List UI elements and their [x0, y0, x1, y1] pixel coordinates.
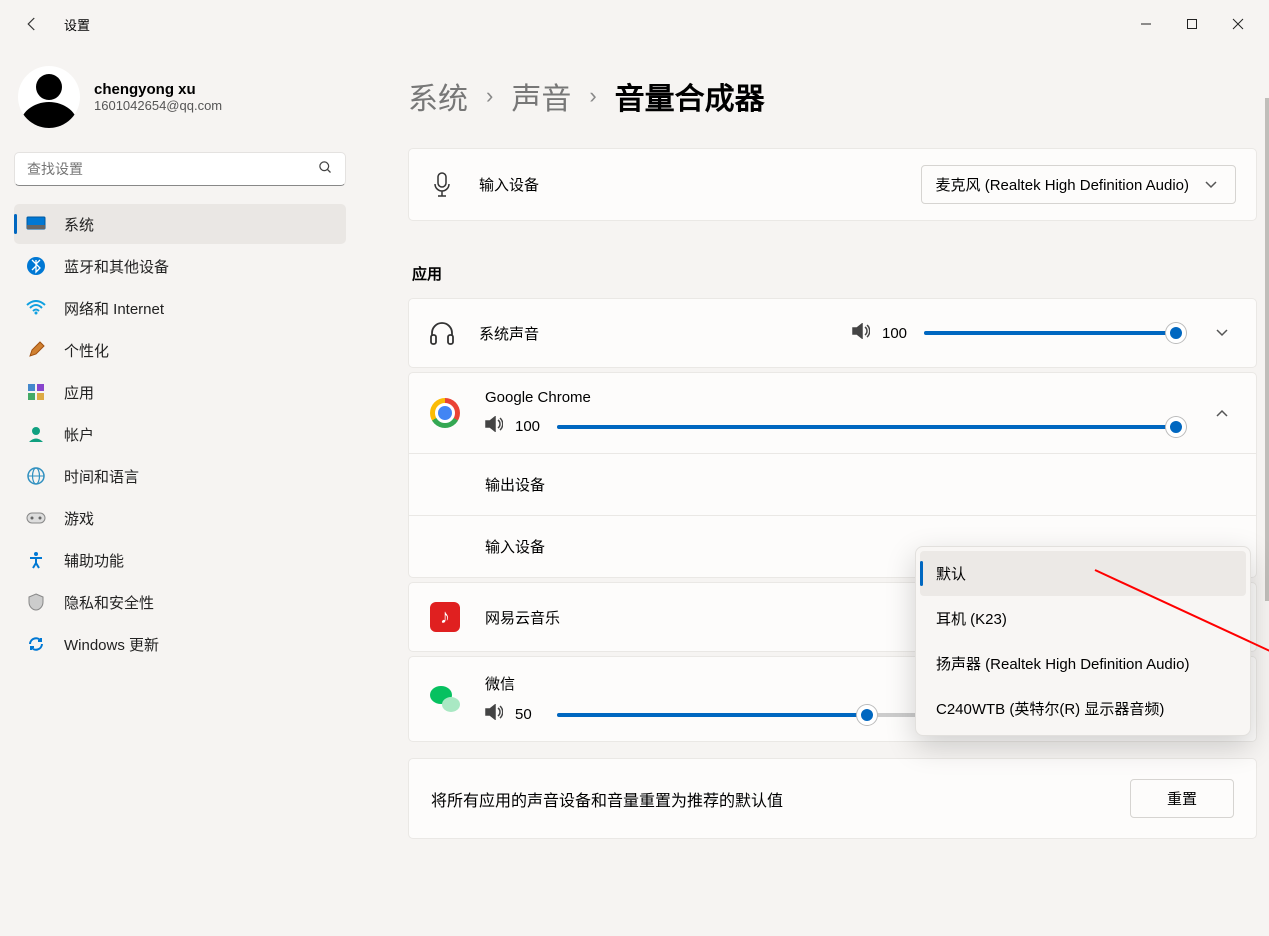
volume-value: 100 [882, 325, 912, 342]
globe-icon [26, 466, 46, 486]
sidebar-item-time-language[interactable]: 时间和语言 [14, 456, 346, 496]
dropdown-item-default[interactable]: 默认 [920, 551, 1246, 596]
brush-icon [26, 340, 46, 360]
shield-icon [26, 592, 46, 612]
close-button[interactable] [1215, 8, 1261, 40]
app-title: 设置 [64, 15, 90, 34]
sidebar-item-accounts[interactable]: 帐户 [14, 414, 346, 454]
dropdown-item-speaker[interactable]: 扬声器 (Realtek High Definition Audio) [920, 641, 1246, 686]
accessibility-icon [26, 550, 46, 570]
expand-toggle[interactable] [1216, 324, 1236, 342]
profile-email: 1601042654@qq.com [94, 98, 222, 113]
minimize-button[interactable] [1123, 8, 1169, 40]
apps-section-header: 应用 [408, 225, 1257, 298]
volume-slider[interactable] [557, 425, 1176, 429]
crumb-system[interactable]: 系统 [408, 74, 468, 118]
search-icon [318, 160, 333, 178]
headphones-icon [429, 320, 455, 346]
sidebar-item-privacy[interactable]: 隐私和安全性 [14, 582, 346, 622]
sidebar-item-update[interactable]: Windows 更新 [14, 624, 346, 664]
scrollbar[interactable] [1265, 98, 1269, 936]
breadcrumb: 系统 › 声音 › 音量合成器 [408, 48, 1257, 148]
app-name: 系统声音 [479, 323, 539, 344]
apps-icon [26, 382, 46, 402]
volume-slider[interactable] [924, 331, 1176, 335]
reset-description: 将所有应用的声音设备和音量重置为推荐的默认值 [431, 787, 783, 811]
dropdown-item-headphones[interactable]: 耳机 (K23) [920, 596, 1246, 641]
sidebar-item-network[interactable]: 网络和 Internet [14, 288, 346, 328]
profile-block[interactable]: chengyong xu 1601042654@qq.com [14, 56, 346, 146]
chevron-right-icon: › [589, 83, 596, 109]
person-icon [26, 424, 46, 444]
app-name: 网易云音乐 [485, 607, 560, 628]
system-icon [26, 214, 46, 234]
app-name: Google Chrome [485, 389, 1176, 406]
wifi-icon [26, 298, 46, 318]
speaker-icon[interactable] [485, 416, 503, 437]
search-box[interactable] [14, 152, 346, 186]
profile-name: chengyong xu [94, 81, 222, 98]
update-icon [26, 634, 46, 654]
sidebar: chengyong xu 1601042654@qq.com 系统 蓝牙和其他设… [0, 48, 360, 936]
crumb-sound[interactable]: 声音 [511, 74, 571, 118]
sidebar-item-bluetooth[interactable]: 蓝牙和其他设备 [14, 246, 346, 286]
search-input[interactable] [27, 161, 318, 177]
gamepad-icon [26, 508, 46, 528]
reset-card: 将所有应用的声音设备和音量重置为推荐的默认值 重置 [408, 758, 1257, 839]
bluetooth-icon [26, 256, 46, 276]
titlebar: 设置 [0, 0, 1269, 48]
sidebar-item-apps[interactable]: 应用 [14, 372, 346, 412]
speaker-icon[interactable] [485, 704, 503, 725]
volume-value: 50 [515, 706, 545, 723]
back-button[interactable] [20, 12, 44, 36]
chrome-icon [429, 397, 461, 429]
crumb-volume-mixer: 音量合成器 [615, 74, 765, 118]
wechat-icon [429, 683, 461, 715]
dropdown-item-display-audio[interactable]: C240WTB (英特尔(R) 显示器音频) [920, 686, 1246, 731]
sidebar-item-system[interactable]: 系统 [14, 204, 346, 244]
maximize-button[interactable] [1169, 8, 1215, 40]
input-device-select[interactable]: 麦克风 (Realtek High Definition Audio) [921, 165, 1236, 204]
input-device-card: 输入设备 麦克风 (Realtek High Definition Audio) [408, 148, 1257, 221]
app-row-system-sounds: 系统声音 100 [408, 298, 1257, 368]
collapse-toggle[interactable] [1216, 404, 1236, 422]
device-dropdown: 默认 耳机 (K23) 扬声器 (Realtek High Definition… [915, 546, 1251, 736]
chevron-right-icon: › [486, 83, 493, 109]
reset-button[interactable]: 重置 [1130, 779, 1234, 818]
avatar [18, 66, 80, 128]
sidebar-item-gaming[interactable]: 游戏 [14, 498, 346, 538]
netease-icon: ♪ [429, 601, 461, 633]
speaker-icon[interactable] [852, 323, 870, 344]
input-device-label: 输入设备 [479, 174, 539, 195]
chrome-output-device-row[interactable]: 输出设备 [409, 453, 1256, 515]
mic-icon [429, 172, 455, 198]
sidebar-item-accessibility[interactable]: 辅助功能 [14, 540, 346, 580]
volume-value: 100 [515, 418, 545, 435]
chevron-down-icon [1201, 181, 1221, 189]
main-content: 系统 › 声音 › 音量合成器 输入设备 麦克风 (Realtek High D… [360, 48, 1269, 936]
sidebar-item-personalization[interactable]: 个性化 [14, 330, 346, 370]
